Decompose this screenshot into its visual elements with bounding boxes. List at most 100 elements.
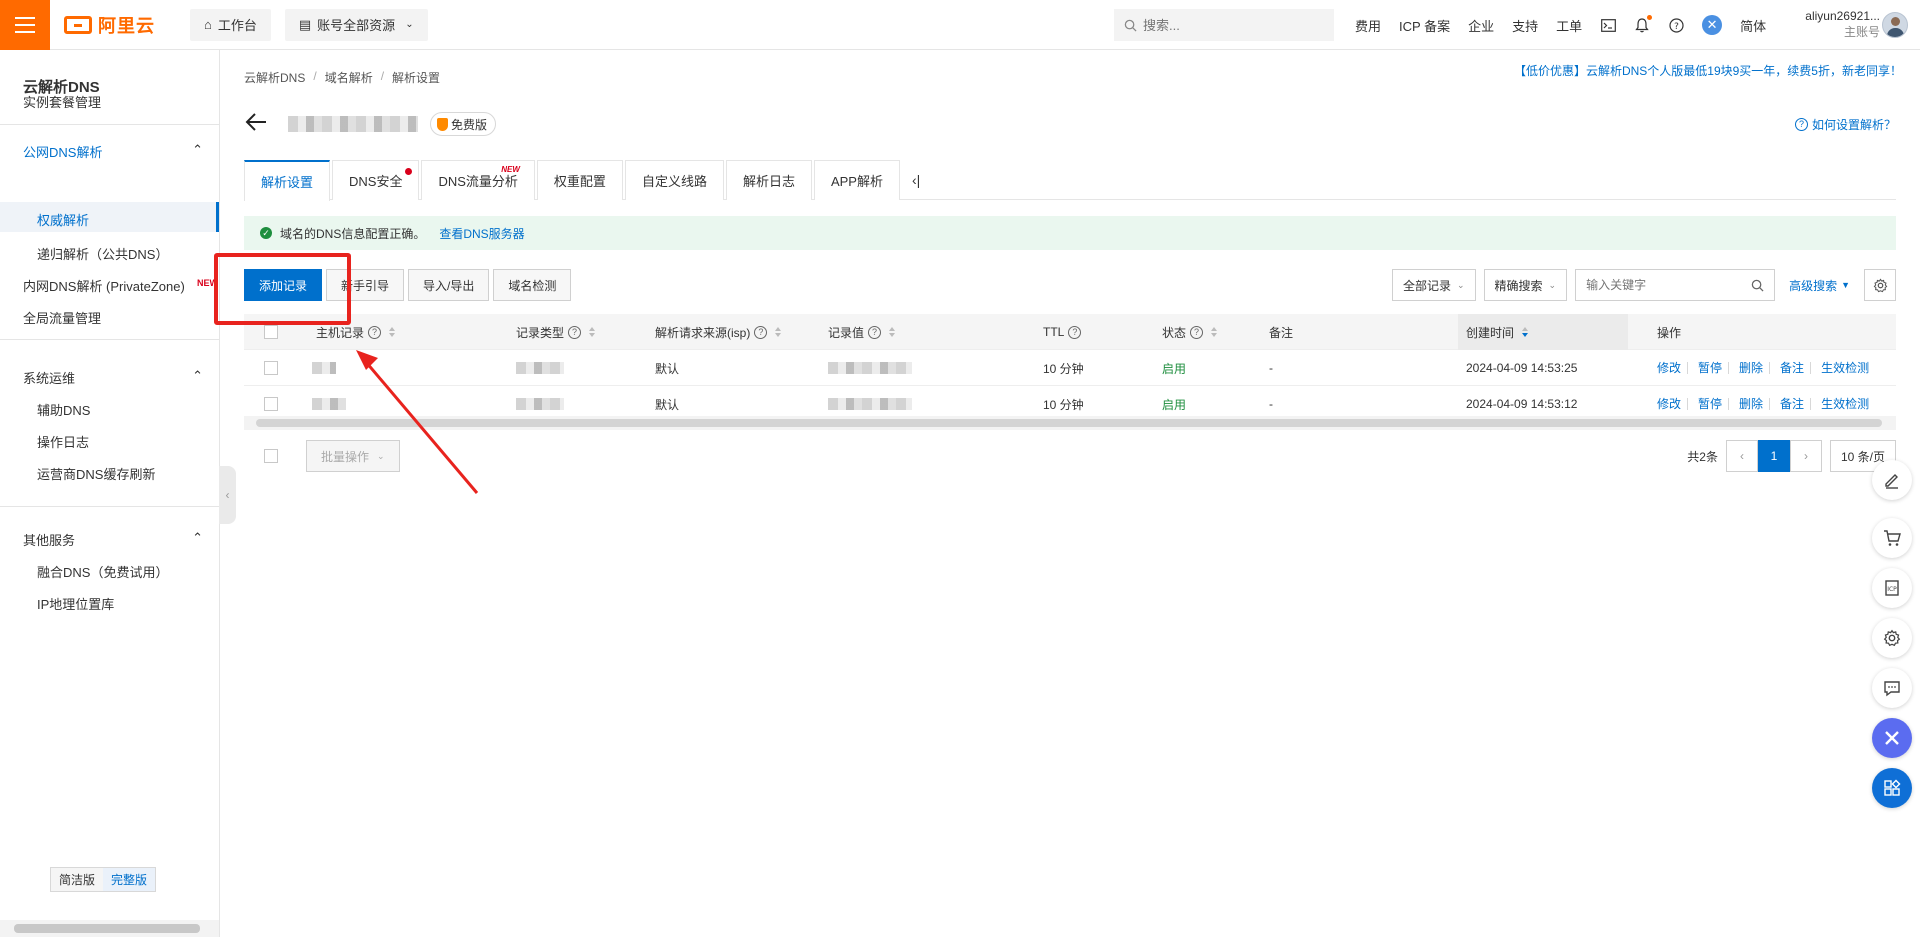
breadcrumb-item[interactable]: 域名解析 xyxy=(325,69,373,86)
delete-link[interactable]: 删除 xyxy=(1733,398,1771,410)
col-type[interactable]: 记录类型? xyxy=(516,314,596,350)
domain-check-button[interactable]: 域名检测 xyxy=(493,269,572,301)
tab-dns-security[interactable]: DNS安全 xyxy=(332,160,420,200)
sidebar-section-ops[interactable]: 系统运维 ⌃ xyxy=(23,368,203,387)
top-link-enterprise[interactable]: 企业 xyxy=(1468,16,1494,35)
delete-link[interactable]: 删除 xyxy=(1733,362,1771,374)
sidebar-item-fusion-dns[interactable]: 融合DNS（免费试用） xyxy=(37,562,168,581)
batch-actions-dropdown[interactable]: 批量操作 ⌄ xyxy=(306,440,400,472)
keyword-search[interactable] xyxy=(1575,269,1776,301)
terminal-icon[interactable] xyxy=(1600,17,1616,33)
menu-icon[interactable] xyxy=(0,0,50,50)
top-link-billing[interactable]: 费用 xyxy=(1355,16,1381,35)
pause-link[interactable]: 暂停 xyxy=(1692,362,1730,374)
col-value[interactable]: 记录值? xyxy=(828,314,896,350)
cart-icon[interactable] xyxy=(1872,518,1912,558)
sidebar-section-other[interactable]: 其他服务 ⌃ xyxy=(23,530,203,549)
sort-icon[interactable] xyxy=(589,327,596,337)
pause-link[interactable]: 暂停 xyxy=(1692,398,1730,410)
sidebar-item-ip-geo[interactable]: IP地理位置库 xyxy=(37,594,114,613)
sort-icon[interactable] xyxy=(1211,327,1218,337)
col-status[interactable]: 状态? xyxy=(1162,314,1218,350)
question-icon: ? xyxy=(754,325,768,339)
howto-link[interactable]: ? 如何设置解析？ xyxy=(1794,116,1896,133)
sidebar-item-global-traffic[interactable]: 全局流量管理 xyxy=(23,308,101,327)
sort-desc-icon[interactable] xyxy=(1522,327,1529,337)
record-type-filter[interactable]: 全部记录 ⌄ xyxy=(1391,269,1476,301)
apps-icon[interactable] xyxy=(1872,768,1912,808)
search-icon[interactable] xyxy=(1751,279,1764,292)
close-circle-icon[interactable] xyxy=(1872,718,1912,758)
sidebar-item-private-zone[interactable]: 内网DNS解析 (PrivateZone) xyxy=(23,276,185,295)
top-link-support[interactable]: 支持 xyxy=(1512,16,1538,35)
help-icon[interactable]: ? xyxy=(1668,17,1684,33)
page-number[interactable]: 1 xyxy=(1757,440,1790,472)
avatar[interactable] xyxy=(1882,12,1908,38)
version-simple-button[interactable]: 简洁版 xyxy=(51,868,104,891)
user-menu[interactable]: aliyun26921... 主账号 xyxy=(1790,8,1880,40)
tab-dns-traffic[interactable]: DNS流量分析 NEW xyxy=(421,160,535,200)
breadcrumb-item[interactable]: 云解析DNS xyxy=(244,69,305,86)
checkbox[interactable] xyxy=(264,325,278,339)
aliyun-logo[interactable]: 阿里云 xyxy=(64,12,176,38)
tab-dns-log[interactable]: 解析日志 xyxy=(725,160,812,200)
global-search-input[interactable] xyxy=(1143,17,1313,33)
back-arrow-icon[interactable] xyxy=(244,110,268,134)
language-switch[interactable]: 简体 xyxy=(1740,16,1766,35)
checkbox[interactable] xyxy=(264,361,278,375)
table-settings-button[interactable] xyxy=(1864,269,1896,301)
sidebar-item-authoritative[interactable]: 权威解析 xyxy=(37,210,89,229)
remark-link[interactable]: 备注 xyxy=(1774,362,1812,374)
checkbox[interactable] xyxy=(264,397,278,411)
edit-icon[interactable] xyxy=(1872,460,1912,500)
view-dns-servers-link[interactable]: 查看DNS服务器 xyxy=(439,225,524,242)
tab-dns-settings[interactable]: 解析设置 xyxy=(244,160,331,201)
keyword-input[interactable] xyxy=(1586,278,1737,292)
resources-dropdown[interactable]: ▤ 账号全部资源 ⌄ xyxy=(284,8,428,41)
sort-icon[interactable] xyxy=(775,327,782,337)
table-horizontal-scrollbar[interactable] xyxy=(244,416,1896,430)
search-mode-select[interactable]: 精确搜索 ⌄ xyxy=(1483,269,1568,301)
row-checkbox[interactable] xyxy=(264,350,278,386)
tab-weight[interactable]: 权重配置 xyxy=(536,160,623,200)
scrollbar-thumb[interactable] xyxy=(256,419,1882,427)
prev-page-button[interactable]: ‹ xyxy=(1725,440,1758,472)
tabs-collapse-icon[interactable]: ‹| xyxy=(902,160,930,200)
col-created[interactable]: 创建时间 xyxy=(1458,314,1628,350)
sort-icon[interactable] xyxy=(389,327,396,337)
remark-link[interactable]: 备注 xyxy=(1774,398,1812,410)
bell-icon[interactable] xyxy=(1634,15,1653,33)
top-link-ticket[interactable]: 工单 xyxy=(1556,16,1582,35)
check-link[interactable]: 生效检测 xyxy=(1815,398,1875,410)
sidebar-scrollbar[interactable] xyxy=(0,920,219,937)
workbench-button[interactable]: ⌂ 工作台 xyxy=(190,8,271,41)
sidebar-collapse-handle[interactable]: ‹ xyxy=(219,466,236,524)
sidebar-item-instance[interactable]: 实例套餐管理 xyxy=(23,92,101,111)
promo-banner[interactable]: 【低价优惠】云解析DNS个人版最低19块9买一年，续费5折，新老同享！ xyxy=(1514,62,1902,79)
tab-custom-line[interactable]: 自定义线路 xyxy=(624,160,724,200)
advanced-search-button[interactable]: 高级搜索 ▼ xyxy=(1789,277,1850,294)
sort-icon[interactable] xyxy=(889,327,896,337)
chat-icon[interactable] xyxy=(1872,668,1912,708)
top-link-icp[interactable]: ICP 备案 xyxy=(1399,16,1450,35)
global-search[interactable] xyxy=(1114,9,1334,41)
checkbox[interactable] xyxy=(264,449,278,463)
gear-icon[interactable] xyxy=(1872,618,1912,658)
sidebar-item-cache-refresh[interactable]: 运营商DNS缓存刷新 xyxy=(37,464,155,483)
tab-app-dns[interactable]: APP解析 xyxy=(813,160,900,200)
icp-icon[interactable]: ICP xyxy=(1872,568,1912,608)
sidebar-item-aux-dns[interactable]: 辅助DNS xyxy=(37,400,90,419)
import-export-button[interactable]: 导入/导出 xyxy=(408,269,490,301)
next-page-button[interactable]: › xyxy=(1789,440,1822,472)
edit-link[interactable]: 修改 xyxy=(1657,362,1689,374)
version-full-button[interactable]: 完整版 xyxy=(103,868,156,891)
close-circle-icon[interactable]: ✕ xyxy=(1702,15,1723,35)
sidebar-section-public-dns[interactable]: 公网DNS解析 ⌃ xyxy=(23,142,203,161)
sidebar-item-recursive[interactable]: 递归解析（公共DNS） xyxy=(37,244,168,263)
check-link[interactable]: 生效检测 xyxy=(1815,362,1875,374)
sidebar-item-op-log[interactable]: 操作日志 xyxy=(37,432,89,451)
scrollbar-thumb[interactable] xyxy=(14,924,200,933)
footer-select-all[interactable] xyxy=(264,449,278,463)
edit-link[interactable]: 修改 xyxy=(1657,398,1689,410)
col-isp[interactable]: 解析请求来源(isp)? xyxy=(655,314,782,350)
